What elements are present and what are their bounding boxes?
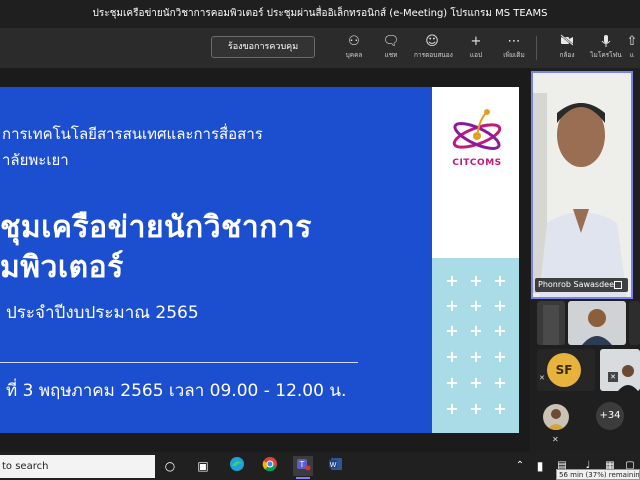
chevron-up-icon[interactable]: ⌃ bbox=[510, 456, 530, 476]
plus-decoration-icon: + bbox=[493, 399, 507, 418]
more-label: เพิ่มเติม bbox=[503, 51, 525, 59]
mic-off-icon: ✕ bbox=[539, 374, 545, 382]
share-icon: ⇧ bbox=[626, 34, 638, 49]
svg-text:W: W bbox=[330, 462, 337, 469]
svg-text:T: T bbox=[300, 460, 305, 469]
plus-decoration-icon: + bbox=[493, 296, 507, 315]
toolbar-divider bbox=[536, 36, 537, 60]
battery-tooltip: 56 min (37%) remaining bbox=[556, 469, 640, 480]
people-button[interactable]: ⚇ บุคคล bbox=[336, 32, 372, 64]
plus-decoration-icon: + bbox=[445, 399, 459, 418]
word-icon[interactable]: W bbox=[326, 456, 346, 476]
people-label: บุคคล bbox=[345, 51, 363, 59]
task-view-icon[interactable]: ▣ bbox=[193, 456, 213, 476]
battery-icon[interactable]: ▮ bbox=[530, 456, 550, 476]
cortana-icon[interactable]: ○ bbox=[160, 456, 180, 476]
participant-tile[interactable] bbox=[600, 349, 640, 391]
slide-blue-panel: การเทคโนโลยีสารสนเทศและการสื่อสาร าลัยพะ… bbox=[0, 87, 432, 433]
reactions-icon: ☺ bbox=[425, 34, 439, 49]
teams-icon[interactable]: T bbox=[293, 456, 313, 476]
participant-tile[interactable] bbox=[629, 301, 640, 345]
camera-button[interactable]: กล้อง bbox=[549, 32, 585, 64]
chat-button[interactable]: 🗨 แชท bbox=[373, 32, 409, 64]
meeting-toolbar bbox=[0, 28, 640, 68]
microphone-icon bbox=[588, 34, 624, 50]
reactions-button[interactable]: ☺ การตอบสนอง bbox=[414, 32, 453, 64]
plus-decoration-icon: + bbox=[493, 321, 507, 340]
citcoms-logo bbox=[449, 106, 505, 156]
microphone-label: ไมโครโฟน bbox=[590, 51, 622, 59]
slide-faculty-line1: การเทคโนโลยีสารสนเทศและการสื่อสาร bbox=[2, 125, 263, 143]
chrome-icon[interactable] bbox=[260, 456, 280, 476]
presenter-video[interactable] bbox=[531, 71, 633, 299]
slide-title-line2: มพิวเตอร์ bbox=[0, 250, 124, 285]
plus-decoration-icon: + bbox=[445, 321, 459, 340]
plus-decoration-icon: + bbox=[445, 347, 459, 366]
participant-tile[interactable] bbox=[537, 301, 565, 345]
slide-divider-line bbox=[0, 362, 358, 363]
chat-icon: 🗨 bbox=[382, 34, 400, 49]
taskbar-search-box[interactable]: to search bbox=[0, 455, 155, 478]
reactions-label: การตอบสนอง bbox=[414, 51, 453, 59]
camera-label: กล้อง bbox=[559, 51, 575, 59]
plus-decoration-icon: + bbox=[469, 296, 483, 315]
slide-date-time: ที่ 3 พฤษภาคม 2565 เวลา 09.00 - 12.00 น. bbox=[6, 381, 347, 401]
share-label: แ bbox=[629, 51, 635, 59]
participant-avatar-initials: SF bbox=[547, 353, 581, 387]
plus-decoration-icon: + bbox=[493, 271, 507, 290]
edge-icon[interactable] bbox=[227, 456, 247, 476]
share-button[interactable]: ⇧ แ bbox=[624, 32, 640, 64]
mic-off-icon: ✕ bbox=[552, 435, 559, 444]
logo-text: CITCOMS bbox=[452, 158, 502, 168]
participant-avatar[interactable] bbox=[543, 404, 569, 430]
plus-decoration-icon: + bbox=[445, 373, 459, 392]
active-app-indicator bbox=[296, 477, 310, 479]
plus-decoration-icon: + bbox=[445, 296, 459, 315]
plus-decoration-icon: + bbox=[469, 373, 483, 392]
request-control-button[interactable]: ร้องขอการควบคุม bbox=[211, 36, 315, 58]
more-participants-button[interactable]: +34 bbox=[596, 402, 624, 430]
microphone-button[interactable]: ไมโครโฟน bbox=[588, 32, 624, 64]
plus-decoration-icon: + bbox=[493, 373, 507, 392]
slide-fiscal-year: ประจำปีงบประมาณ 2565 bbox=[6, 303, 199, 323]
participant-tile[interactable] bbox=[568, 301, 626, 345]
people-icon: ⚇ bbox=[348, 34, 360, 49]
apps-button[interactable]: + แอป bbox=[458, 32, 494, 64]
chat-label: แชท bbox=[384, 51, 398, 59]
window-title: ประชุมเครือข่ายนักวิชาการคอมพิวเตอร์ ประ… bbox=[0, 0, 640, 28]
screen-share-icon bbox=[614, 281, 622, 289]
plus-decoration-icon: + bbox=[469, 399, 483, 418]
plus-icon: + bbox=[470, 34, 482, 49]
mic-off-icon: ✕ bbox=[608, 372, 618, 382]
slide-faculty-line2: าลัยพะเยา bbox=[2, 151, 69, 169]
slide-teal-pattern: + + + + + + + + + + + + + + + + + + bbox=[432, 258, 519, 433]
camera-off-icon bbox=[549, 34, 585, 50]
plus-decoration-icon: + bbox=[493, 347, 507, 366]
apps-label: แอป bbox=[469, 51, 483, 59]
plus-decoration-icon: + bbox=[445, 271, 459, 290]
plus-decoration-icon: + bbox=[469, 271, 483, 290]
more-button[interactable]: ⋯ เพิ่มเติม bbox=[496, 32, 532, 64]
plus-decoration-icon: + bbox=[469, 347, 483, 366]
more-icon: ⋯ bbox=[507, 34, 521, 49]
plus-decoration-icon: + bbox=[469, 321, 483, 340]
